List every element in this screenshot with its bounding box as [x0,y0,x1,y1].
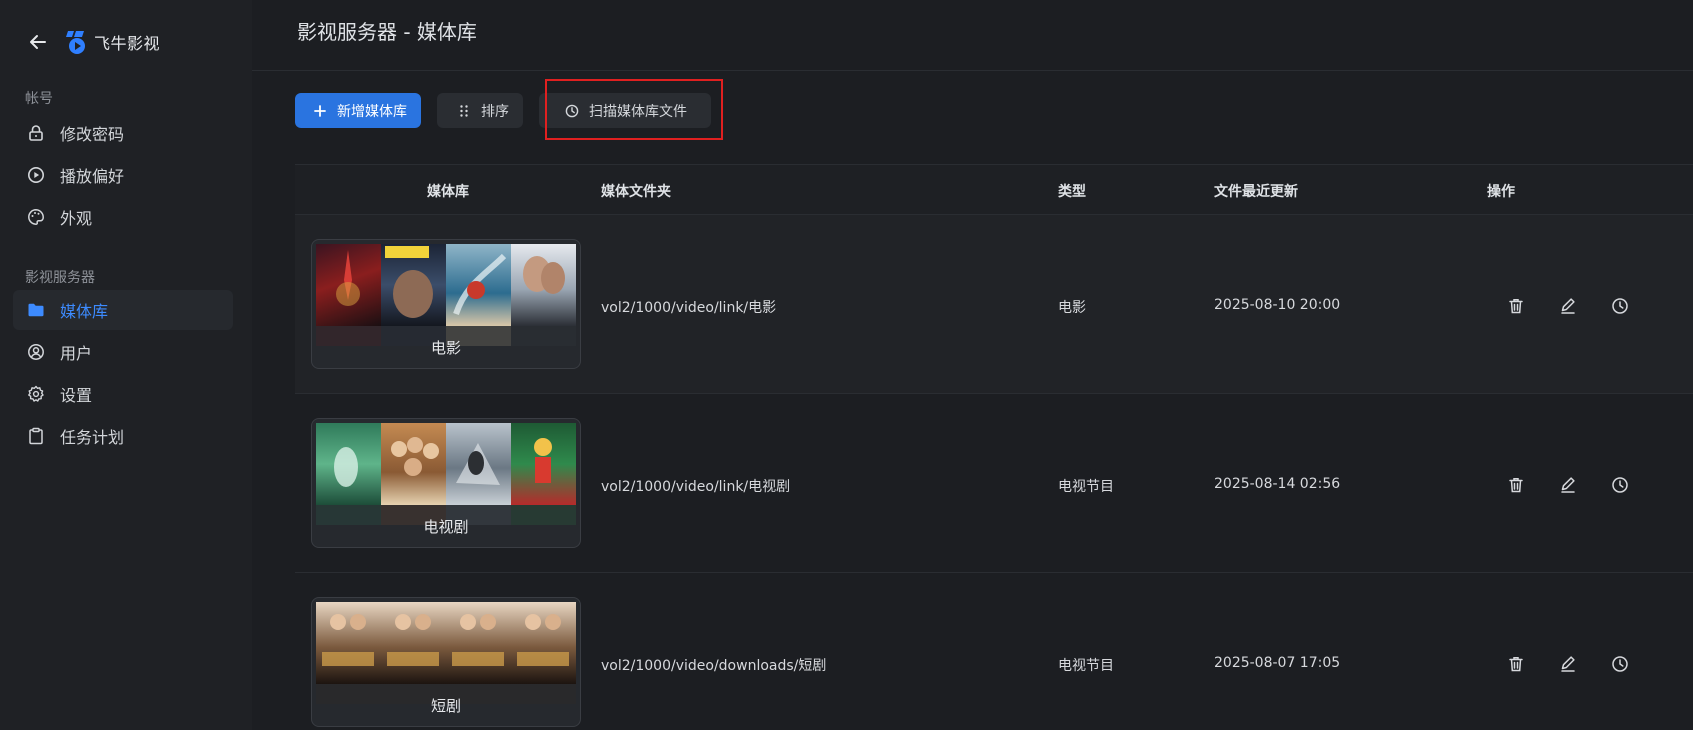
poster-collage [316,423,576,505]
scan-library-files-label: 扫描媒体库文件 [589,103,687,120]
back-arrow-icon[interactable] [24,28,52,56]
app-logo-icon [64,29,90,55]
sidebar-item-playback-preferences[interactable]: 播放偏好 [13,155,233,195]
sidebar-item-change-password[interactable]: 修改密码 [13,113,233,153]
table-row[interactable]: 电影 vol2/1000/video/link/电影 电影 2025-08-10… [295,214,1693,393]
last-updated: 2025-08-07 17:05 [1214,655,1341,671]
edit-icon[interactable] [1553,291,1583,321]
sort-label: 排序 [481,103,509,120]
sidebar-item-media-library[interactable]: 媒体库 [13,290,233,330]
scan-icon[interactable] [1605,291,1635,321]
table-row[interactable]: 短剧 vol2/1000/video/downloads/短剧 电视节目 202… [295,572,1693,730]
sidebar-item-appearance[interactable]: 外观 [13,197,233,237]
main-content: 影视服务器 - 媒体库 新增媒体库 排序 扫描媒体库文件 媒体库 媒体文件夹 类… [252,0,1693,730]
sidebar: 飞牛影视 帐号 修改密码 播放偏好 外观 影视服务器 媒体库 用户 设置 任务计… [0,0,252,730]
poster-thumbnail [446,244,511,326]
page-title: 影视服务器 - 媒体库 [297,20,477,44]
play-circle-icon [26,165,46,185]
poster-thumbnail [381,423,446,505]
library-name: 电视剧 [423,518,469,536]
user-icon [26,342,46,362]
row-actions [1501,649,1657,679]
plus-icon [313,104,327,118]
delete-icon[interactable] [1501,649,1531,679]
sort-button[interactable]: 排序 [437,93,523,128]
poster-thumbnail [381,244,446,326]
table-header: 媒体库 媒体文件夹 类型 文件最近更新 操作 [295,164,1693,214]
library-name: 短剧 [430,697,461,715]
media-folder-path: vol2/1000/video/link/电视剧 [601,479,791,495]
row-actions [1501,470,1657,500]
scan-icon[interactable] [1605,470,1635,500]
column-header-library: 媒体库 [427,184,469,200]
edit-icon[interactable] [1553,470,1583,500]
poster-thumbnail [316,602,381,684]
poster-collage [316,602,576,684]
add-library-button[interactable]: 新增媒体库 [295,93,421,128]
delete-icon[interactable] [1501,291,1531,321]
poster-thumbnail [511,423,576,505]
sidebar-item-users[interactable]: 用户 [13,332,233,372]
scan-icon[interactable] [1605,649,1635,679]
last-updated: 2025-08-10 20:00 [1214,297,1341,313]
sidebar-item-label: 修改密码 [60,125,125,144]
library-card-movies[interactable]: 电影 [311,239,581,369]
sidebar-item-label: 任务计划 [60,428,125,447]
column-header-actions: 操作 [1487,184,1515,200]
library-name: 电影 [430,339,461,357]
add-library-label: 新增媒体库 [337,103,407,120]
poster-thumbnail [316,423,381,505]
media-library-table: 媒体库 媒体文件夹 类型 文件最近更新 操作 电影 vol2/1000/vide… [295,164,1693,730]
last-updated: 2025-08-14 02:56 [1214,476,1341,492]
poster-thumbnail [316,244,381,326]
sidebar-item-label: 设置 [60,386,93,405]
library-type: 电视节目 [1058,479,1114,495]
sidebar-item-label: 媒体库 [60,302,109,321]
edit-icon[interactable] [1553,649,1583,679]
clipboard-icon [26,426,46,446]
library-type: 电影 [1058,300,1086,316]
poster-thumbnail [511,602,576,684]
poster-collage [316,244,576,326]
gear-icon [26,384,46,404]
brand: 飞牛影视 [24,24,160,60]
library-card-tv-series[interactable]: 电视剧 [311,418,581,548]
delete-icon[interactable] [1501,470,1531,500]
column-header-updated: 文件最近更新 [1214,184,1298,200]
scan-timer-icon [565,104,579,118]
section-label-media-server: 影视服务器 [25,270,95,286]
header-divider [252,70,1693,71]
poster-thumbnail [381,602,446,684]
media-folder-path: vol2/1000/video/downloads/短剧 [601,658,827,674]
drag-handle-icon [457,104,471,118]
section-label-account: 帐号 [25,91,53,107]
library-card-short-dramas[interactable]: 短剧 [311,597,581,727]
sidebar-item-settings[interactable]: 设置 [13,374,233,414]
sidebar-item-label: 用户 [60,344,93,363]
poster-thumbnail [511,244,576,326]
sidebar-item-label: 外观 [60,209,93,228]
folder-icon [26,300,46,320]
media-folder-path: vol2/1000/video/link/电影 [601,300,777,316]
scan-library-files-button[interactable]: 扫描媒体库文件 [539,93,711,128]
row-actions [1501,291,1657,321]
lock-icon [26,123,46,143]
sidebar-item-label: 播放偏好 [60,167,125,186]
table-row[interactable]: 电视剧 vol2/1000/video/link/电视剧 电视节目 2025-0… [295,393,1693,572]
column-header-folder: 媒体文件夹 [601,184,671,200]
poster-thumbnail [446,423,511,505]
app-name: 飞牛影视 [94,34,161,53]
poster-thumbnail [446,602,511,684]
library-type: 电视节目 [1058,658,1114,674]
palette-icon [26,207,46,227]
sidebar-item-scheduled-tasks[interactable]: 任务计划 [13,416,233,456]
column-header-type: 类型 [1058,184,1086,200]
